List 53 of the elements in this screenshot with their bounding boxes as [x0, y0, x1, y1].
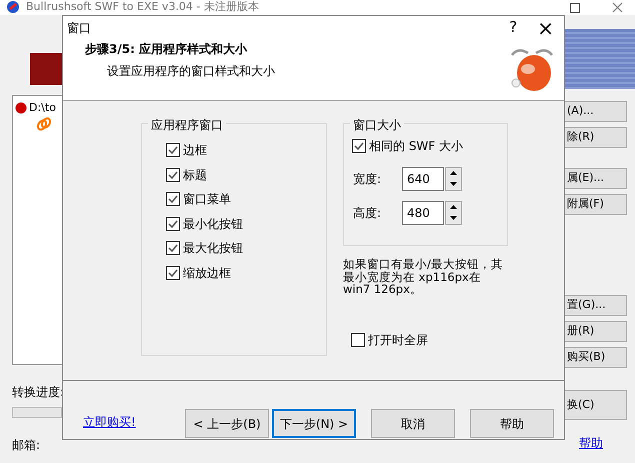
- number-field[interactable]: 640: [402, 166, 444, 190]
- buy-link[interactable]: 立即购买!: [83, 413, 185, 431]
- step-subtitle: 设置应用程序的窗口样式和大小: [107, 63, 275, 80]
- app-icon: [6, 0, 20, 16]
- spin-buttons[interactable]: [445, 166, 462, 190]
- note-text: 如果窗口有最小/最大按钮，其最小宽度为在 xp116px在 win7 126px。: [343, 258, 504, 296]
- dialog-button[interactable]: 下一步(N) >: [272, 409, 356, 438]
- help-link[interactable]: 帮助: [579, 434, 635, 452]
- close-button[interactable]: ×: [527, 12, 564, 42]
- banner-image: [565, 29, 635, 89]
- side-button[interactable]: 除(R): [565, 127, 627, 148]
- dialog-title: 窗口: [67, 20, 91, 36]
- field-label: 宽度:: [353, 170, 382, 188]
- checkbox-label: 打开时全屏: [368, 332, 428, 350]
- checkbox-label: 最小化按钮: [183, 216, 243, 233]
- maximize-icon[interactable]: [570, 0, 580, 14]
- step-title: 步骤3/5: 应用程序样式和大小: [85, 41, 248, 58]
- checkbox[interactable]: [166, 192, 180, 206]
- help-button[interactable]: ?: [499, 16, 528, 39]
- side-button[interactable]: 册(R): [565, 321, 627, 342]
- checkbox[interactable]: [166, 168, 180, 182]
- side-button[interactable]: 换(C): [565, 390, 627, 420]
- side-button[interactable]: 附属(F): [565, 194, 627, 215]
- side-button[interactable]: (A)...: [565, 101, 627, 122]
- checkbox[interactable]: [166, 241, 180, 256]
- side-button[interactable]: 置(G)...: [565, 295, 627, 316]
- side-button[interactable]: 购买(B): [565, 347, 627, 368]
- close-icon[interactable]: [612, 0, 623, 14]
- dialog-button[interactable]: 取消: [371, 409, 455, 438]
- email-label: 邮箱:: [12, 437, 42, 454]
- checkbox[interactable]: [166, 266, 180, 280]
- window-title: Bullrushsoft SWF to EXE v3.04 - 未注册版本: [26, 0, 259, 16]
- checkbox-label: 窗口菜单: [183, 191, 231, 208]
- dialog-button[interactable]: 帮助: [470, 409, 554, 438]
- checkbox-label: 最大化按钮: [183, 240, 243, 258]
- logo-block: [30, 53, 62, 85]
- dialog-button[interactable]: < 上一步(B): [185, 409, 269, 438]
- checkbox[interactable]: [352, 139, 366, 154]
- checkbox[interactable]: [351, 333, 365, 348]
- list-item[interactable]: D:\to: [29, 100, 56, 116]
- checkbox-label: 边框: [183, 142, 207, 160]
- group-title: 窗口大小: [350, 116, 404, 134]
- checkbox-label: 标题: [183, 166, 207, 184]
- spin-buttons[interactable]: [445, 200, 462, 224]
- side-button[interactable]: 属(E)...: [565, 168, 627, 189]
- link-icon: [37, 116, 51, 133]
- circle-icon: [15, 102, 27, 114]
- checkbox[interactable]: [166, 216, 180, 231]
- checkbox-label: 相同的 SWF 大小: [369, 138, 464, 156]
- number-field[interactable]: 480: [402, 200, 444, 224]
- checkbox-label: 缩放边框: [183, 264, 231, 282]
- field-label: 高度:: [353, 204, 382, 222]
- checkbox[interactable]: [166, 143, 180, 158]
